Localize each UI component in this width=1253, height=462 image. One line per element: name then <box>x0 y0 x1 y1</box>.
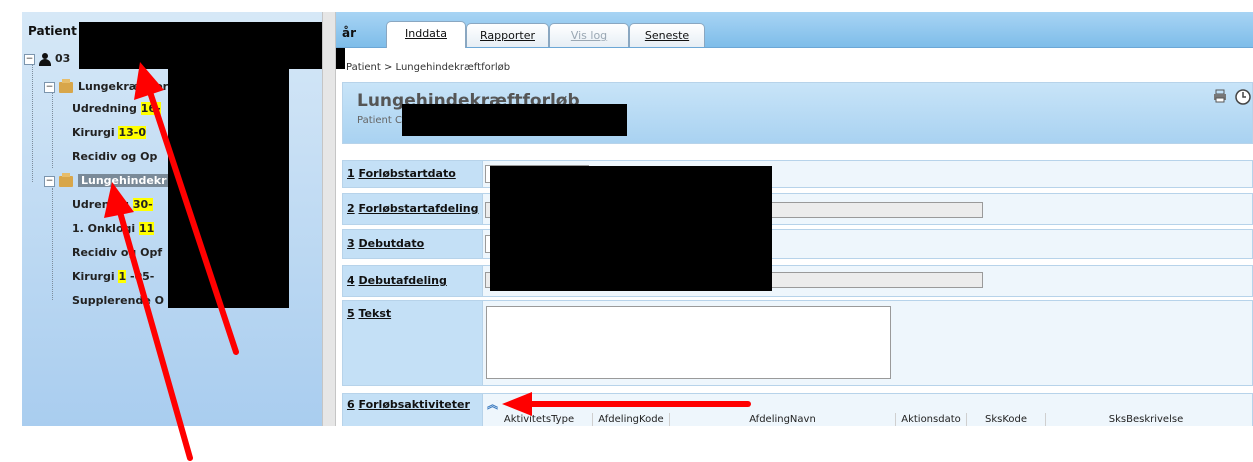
arrow-head <box>134 62 164 100</box>
arrow-head <box>104 182 134 218</box>
annotation-arrows <box>104 62 751 461</box>
annotation-arrow <box>117 209 193 461</box>
annotation-arrow <box>147 89 239 355</box>
arrow-head <box>502 392 532 416</box>
